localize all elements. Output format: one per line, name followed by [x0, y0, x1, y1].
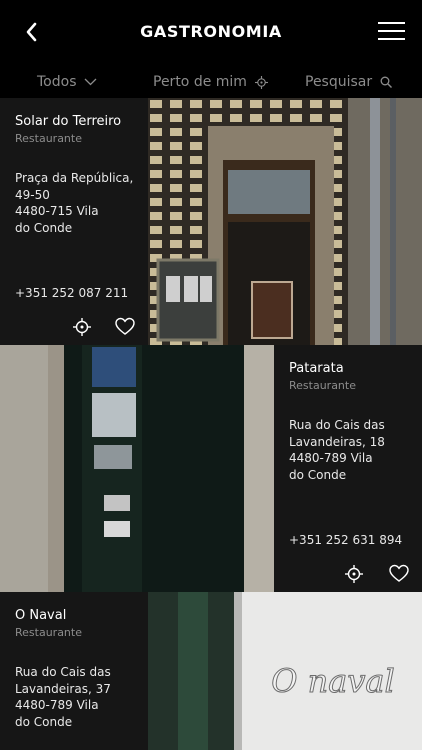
- filter-search-label: Pesquisar: [305, 74, 373, 90]
- sign-text: O naval: [271, 662, 394, 700]
- address-line: do Conde: [15, 220, 73, 235]
- restaurant-name: O Naval: [15, 608, 67, 623]
- search-icon: [380, 76, 393, 88]
- chevron-down-icon: [85, 78, 97, 86]
- filter-near-label: Perto de mim: [153, 74, 247, 90]
- heart-icon[interactable]: [115, 317, 135, 337]
- restaurant-type: Restaurante: [15, 626, 82, 639]
- address-line: 49-50: [15, 187, 50, 202]
- address-line: 4480-715 Vila: [15, 204, 99, 218]
- restaurant-card[interactable]: O naval O Naval Restaurante Rua do Cais …: [0, 592, 422, 750]
- restaurant-card[interactable]: Solar do Terreiro Restaurante Praça da R…: [0, 98, 422, 345]
- address-line: Lavandeiras, 37: [15, 681, 111, 696]
- restaurant-name: Solar do Terreiro: [15, 114, 122, 129]
- restaurant-address: Rua do Cais das Lavandeiras, 18 4480-789…: [289, 417, 417, 483]
- info-panel: O Naval Restaurante Rua do Cais das Lava…: [0, 592, 148, 750]
- hamburger-menu-icon[interactable]: [378, 22, 405, 42]
- info-panel: Solar do Terreiro Restaurante Praça da R…: [0, 98, 148, 345]
- locate-icon[interactable]: [72, 317, 92, 337]
- restaurant-phone[interactable]: +351 252 631 894: [289, 533, 402, 547]
- restaurant-phone[interactable]: +351 252 087 211: [15, 286, 128, 300]
- filter-near-me[interactable]: Perto de mim: [153, 74, 268, 90]
- filter-all-dropdown[interactable]: Todos: [37, 74, 97, 90]
- restaurant-type: Restaurante: [289, 379, 356, 392]
- address-line: Rua do Cais das: [289, 418, 385, 432]
- address-line: Lavandeiras, 18: [289, 434, 385, 449]
- address-line: Rua do Cais das: [15, 665, 111, 679]
- page-title: GASTRONOMIA: [140, 22, 282, 41]
- restaurant-type: Restaurante: [15, 132, 82, 145]
- address-line: do Conde: [289, 467, 347, 482]
- restaurant-name: Patarata: [289, 361, 344, 376]
- address-line: 4480-789 Vila: [15, 698, 99, 712]
- restaurant-photo: [148, 98, 422, 345]
- restaurant-photo: O naval: [148, 592, 422, 750]
- restaurant-address: Praça da República, 49-50 4480-715 Vila …: [15, 170, 143, 236]
- filter-bar: Todos Perto de mim Pesquisar: [0, 66, 422, 98]
- heart-icon[interactable]: [389, 564, 409, 584]
- restaurant-photo: [0, 345, 274, 592]
- filter-search[interactable]: Pesquisar: [305, 74, 393, 90]
- restaurant-card[interactable]: Patarata Restaurante Rua do Cais das Lav…: [0, 345, 422, 592]
- address-line: do Conde: [15, 714, 73, 729]
- filter-all-label: Todos: [37, 74, 77, 90]
- address-line: 4480-789 Vila: [289, 451, 373, 465]
- address-line: Praça da República,: [15, 171, 134, 185]
- crosshair-icon: [254, 75, 268, 89]
- locate-icon[interactable]: [344, 564, 364, 584]
- restaurant-address: Rua do Cais das Lavandeiras, 37 4480-789…: [15, 664, 143, 730]
- app-header: GASTRONOMIA: [0, 0, 422, 66]
- info-panel: Patarata Restaurante Rua do Cais das Lav…: [274, 345, 422, 592]
